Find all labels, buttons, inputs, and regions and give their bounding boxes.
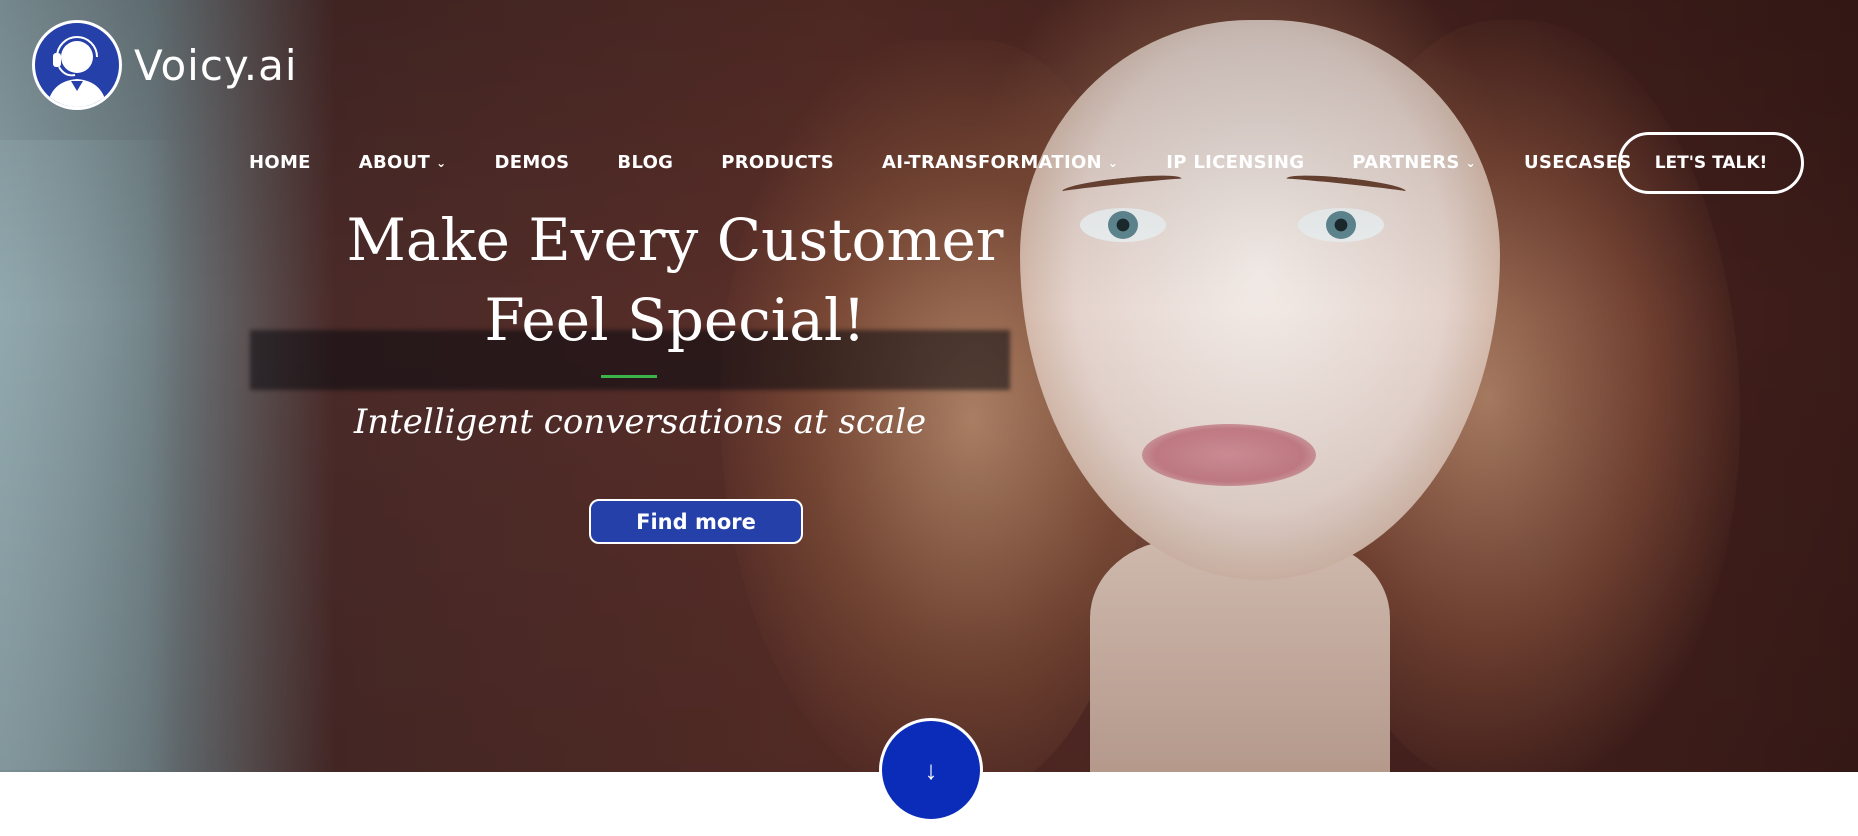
headline-divider (601, 375, 657, 378)
nav-item-label: DEMOS (494, 152, 570, 173)
nav-item-label: HOME (249, 152, 311, 173)
nav-item-label: PARTNERS (1352, 152, 1460, 173)
arrow-down-icon: ↓ (924, 754, 938, 785)
nav-item-label: AI-TRANSFORMATION (882, 152, 1102, 173)
lets-talk-button[interactable]: LET'S TALK! (1618, 132, 1804, 194)
nav-item-about[interactable]: ABOUT ⌄ (359, 152, 447, 173)
hero-headline-line1: Make Every Customer (346, 206, 1004, 274)
nav-item-label: IP LICENSING (1166, 152, 1305, 173)
hero-banner (0, 0, 1858, 772)
main-navigation: HOME ABOUT ⌄ DEMOS BLOG PRODUCTS AI-TRANS… (249, 152, 1680, 173)
find-more-button[interactable]: Find more (589, 499, 803, 544)
nav-item-usecases[interactable]: USECASES (1524, 152, 1632, 173)
site-logo[interactable]: Voicy.ai (32, 20, 298, 110)
hero-headline-line2: Feel Special! (484, 286, 866, 354)
nav-item-blog[interactable]: BLOG (617, 152, 673, 173)
nav-item-ip-licensing[interactable]: IP LICENSING (1166, 152, 1304, 173)
brand-name: Voicy.ai (134, 40, 298, 90)
nav-item-partners[interactable]: PARTNERS ⌄ (1352, 152, 1476, 173)
chevron-down-icon: ⌄ (1465, 155, 1477, 170)
nav-item-label: BLOG (617, 152, 674, 173)
nav-item-demos[interactable]: DEMOS (495, 152, 570, 173)
hero-subtitle: Intelligent conversations at scale (353, 402, 927, 442)
hero-overlay (0, 0, 1858, 772)
nav-item-products[interactable]: PRODUCTS (721, 152, 834, 173)
nav-item-label: PRODUCTS (721, 152, 835, 173)
nav-item-label: ABOUT (358, 152, 431, 173)
nav-item-home[interactable]: HOME (249, 152, 311, 173)
nav-item-ai-transformation[interactable]: AI-TRANSFORMATION ⌄ (882, 152, 1118, 173)
nav-item-label: USECASES (1524, 152, 1632, 173)
support-agent-headset-icon (32, 20, 122, 110)
chevron-down-icon: ⌄ (1107, 155, 1119, 170)
hero-headline: Make Every Customer Feel Special! (330, 200, 1020, 360)
scroll-down-button[interactable]: ↓ (879, 718, 983, 822)
chevron-down-icon: ⌄ (436, 155, 447, 170)
